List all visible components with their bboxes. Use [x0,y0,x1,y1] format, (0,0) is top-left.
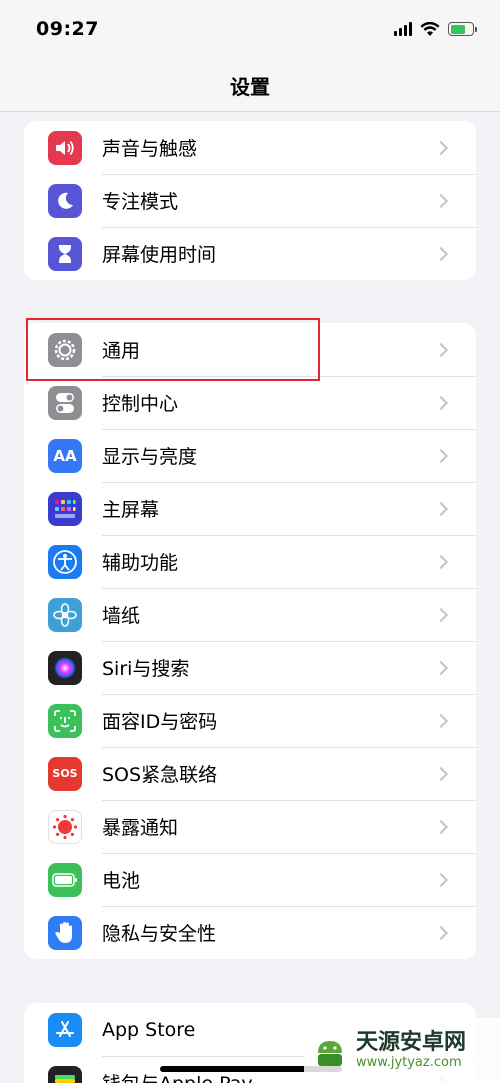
settings-row-label: 通用 [102,340,141,362]
settings-row-battery[interactable]: 电池 [24,853,476,906]
settings-group-general: 通用 控制中心 AA 显示与亮度 主屏幕 辅助功能 墙纸 Siri与搜索 面容I… [24,323,476,959]
chevron-right-icon [433,395,449,410]
settings-row-home-screen[interactable]: 主屏幕 [24,482,476,535]
hand-icon [48,915,82,950]
settings-row-label: Siri与搜索 [102,658,190,680]
settings-row-privacy[interactable]: 隐私与安全性 [24,906,476,959]
settings-row-label: SOS紧急联络 [102,764,218,786]
flower-icon [48,597,82,632]
moon-icon [48,183,82,218]
chevron-right-icon [433,713,449,728]
settings-row-label: 声音与触感 [102,138,198,160]
chevron-right-icon [433,660,449,675]
settings-row-control-center[interactable]: 控制中心 [24,376,476,429]
app-store-icon [48,1012,82,1047]
chevron-right-icon [433,925,449,940]
chevron-right-icon [433,140,449,155]
settings-group-sound-focus: 声音与触感 专注模式 屏幕使用时间 [24,121,476,280]
chevron-right-icon [433,342,449,357]
cellular-signal-icon [394,22,412,36]
settings-row-wallpaper[interactable]: 墙纸 [24,588,476,641]
chevron-right-icon [433,872,449,887]
chevron-right-icon [433,501,449,516]
aa-icon: AA [48,438,82,473]
gear-icon [48,332,82,367]
settings-row-emergency-sos[interactable]: SOS SOS紧急联络 [24,747,476,800]
settings-row-display[interactable]: AA 显示与亮度 [24,429,476,482]
home-grid-icon [48,491,82,526]
status-time: 09:27 [36,18,99,40]
speaker-icon [48,130,82,165]
toggle-icon [48,385,82,420]
settings-row-focus[interactable]: 专注模式 [24,174,476,227]
settings-row-exposure[interactable]: 暴露通知 [24,800,476,853]
settings-row-label: 辅助功能 [102,552,179,574]
settings-row-sounds[interactable]: 声音与触感 [24,121,476,174]
chevron-right-icon [433,554,449,569]
settings-row-general[interactable]: 通用 [24,323,476,376]
settings-row-label: 墙纸 [102,605,141,627]
exposure-icon [48,809,82,844]
wifi-icon [420,21,440,36]
wallet-icon [48,1065,82,1083]
page-title: 设置 [230,75,270,99]
settings-row-screen-time[interactable]: 屏幕使用时间 [24,227,476,280]
sos-icon: SOS [48,756,82,791]
chevron-right-icon [433,193,449,208]
battery-status-icon [448,22,477,36]
settings-row-label: 显示与亮度 [102,446,198,468]
android-logo-icon [318,1040,342,1066]
chevron-right-icon [433,607,449,622]
settings-row-label: 屏幕使用时间 [102,244,217,266]
settings-row-label: 控制中心 [102,393,179,415]
nav-bar: 设置 [0,60,500,112]
chevron-right-icon [433,246,449,261]
settings-row-accessibility[interactable]: 辅助功能 [24,535,476,588]
settings-row-label: 主屏幕 [102,499,160,521]
settings-row-label: 专注模式 [102,191,179,213]
chevron-right-icon [433,766,449,781]
chevron-right-icon [433,448,449,463]
watermark-url: www.jytyaz.com [356,1055,462,1071]
settings-row-face-id[interactable]: 面容ID与密码 [24,694,476,747]
chevron-right-icon [433,819,449,834]
status-bar: 09:27 [0,0,500,60]
watermark: 天源安卓网 www.jytyaz.com [304,1018,500,1083]
settings-row-label: 面容ID与密码 [102,711,218,733]
hourglass-icon [48,236,82,271]
settings-row-label: 电池 [102,870,141,892]
watermark-title: 天源安卓网 [356,1029,467,1055]
battery-icon [48,862,82,897]
status-icons [394,19,477,39]
face-id-icon [48,703,82,738]
settings-row-label: 暴露通知 [102,817,179,839]
settings-row-label: 隐私与安全性 [102,923,217,945]
siri-icon [48,650,82,685]
accessibility-icon [48,544,82,579]
settings-row-siri[interactable]: Siri与搜索 [24,641,476,694]
